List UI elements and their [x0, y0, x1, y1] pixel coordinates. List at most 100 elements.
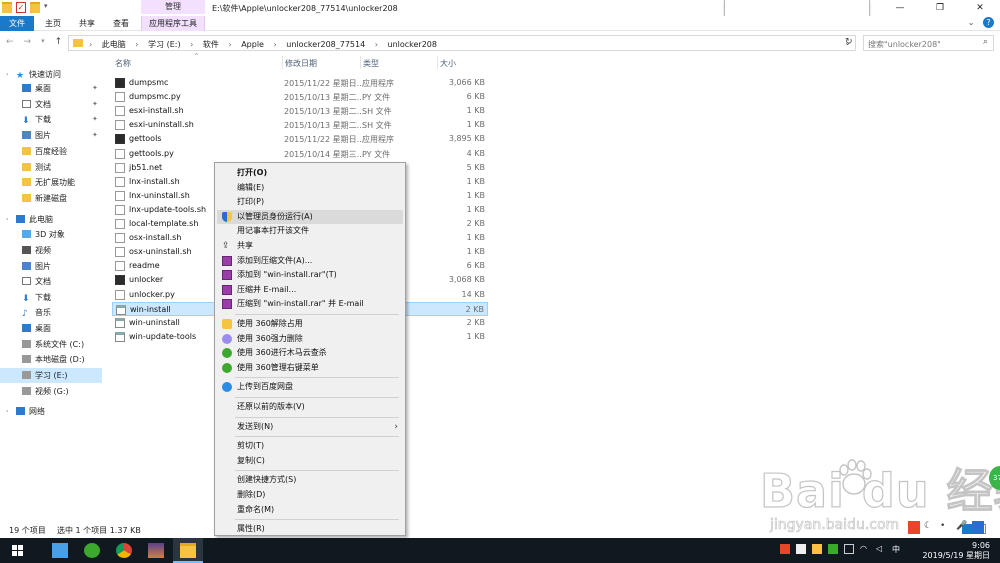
- nav-this-pc[interactable]: › 此电脑: [0, 212, 102, 227]
- pin-icon[interactable]: ✦: [92, 128, 98, 143]
- file-row[interactable]: esxi-install.sh 2015/10/13 星期二... SH 文件 1 K…: [112, 104, 488, 118]
- nav-pc-drive-c[interactable]: 系统文件 (C:): [0, 337, 102, 352]
- help-icon[interactable]: ?: [983, 17, 994, 28]
- nav-quick-access[interactable]: › ★ 快速访问: [0, 67, 102, 82]
- menu-item[interactable]: 重命名(M): [217, 503, 403, 517]
- nav-pc-drive-g[interactable]: 视频 (G:): [0, 384, 102, 399]
- menu-item[interactable]: 添加到压缩文件(A)...: [217, 254, 403, 268]
- address-bar[interactable]: › 此电脑 › 学习 (E:) › 软件 › Apple › unlocker2…: [68, 35, 856, 51]
- expand-ribbon-icon[interactable]: ⌄: [968, 18, 975, 27]
- recent-chevron-icon[interactable]: ▾: [41, 37, 45, 47]
- nav-pc-videos[interactable]: 视频: [0, 243, 102, 258]
- refresh-icon[interactable]: ↻: [845, 37, 853, 47]
- nav-pc-pictures[interactable]: 图片: [0, 259, 102, 274]
- file-row[interactable]: gettools 2015/11/22 星期日... 应用程序 3,895 KB: [112, 132, 488, 146]
- nav-pc-documents[interactable]: 文档: [0, 274, 102, 289]
- menu-item[interactable]: 复制(C): [217, 454, 403, 468]
- nav-item-pictures[interactable]: 图片 ✦: [0, 128, 102, 143]
- menu-item[interactable]: 使用 360进行木马云查杀: [217, 346, 403, 360]
- taskbar-app-explorer[interactable]: [173, 538, 203, 563]
- menu-item[interactable]: 还原以前的版本(V): [217, 400, 403, 414]
- file-row[interactable]: dumpsmc.py 2015/10/13 星期二... PY 文件 6 KB: [112, 90, 488, 104]
- menu-item[interactable]: 编辑(E): [217, 181, 403, 195]
- menu-item[interactable]: 添加到 "win-install.rar"(T): [217, 268, 403, 282]
- nav-item-no-extension[interactable]: 无扩展功能: [0, 175, 102, 190]
- menu-item[interactable]: 使用 360强力删除: [217, 332, 403, 346]
- dot-icon[interactable]: •: [940, 521, 952, 534]
- nav-pc-drive-d[interactable]: 本地磁盘 (D:): [0, 352, 102, 367]
- nav-pc-music[interactable]: ♪ 音乐: [0, 305, 102, 320]
- microphone-icon[interactable]: 🎤: [956, 521, 968, 534]
- pin-icon[interactable]: ✦: [92, 97, 98, 112]
- properties-icon[interactable]: ✓: [16, 2, 26, 13]
- file-row[interactable]: esxi-uninstall.sh 2015/10/13 星期二... SH 文件 1…: [112, 118, 488, 132]
- nav-item-downloads[interactable]: ⬇ 下载 ✦: [0, 112, 102, 127]
- moon-icon[interactable]: ☾: [924, 521, 936, 534]
- ime-sogou-icon[interactable]: [908, 521, 920, 534]
- close-button[interactable]: ✕: [960, 0, 1000, 16]
- tab-app-tools[interactable]: 应用程序工具: [141, 16, 205, 31]
- menu-item[interactable]: 创建快捷方式(S): [217, 473, 403, 487]
- taskbar-app-window[interactable]: [45, 538, 75, 563]
- column-divider[interactable]: [360, 56, 361, 69]
- tab-view[interactable]: 查看: [106, 16, 136, 31]
- tab-home[interactable]: 主页: [38, 16, 68, 31]
- menu-item[interactable]: 压缩并 E-mail...: [217, 283, 403, 297]
- sogou-icon[interactable]: [780, 544, 790, 554]
- folder-icon[interactable]: [2, 2, 12, 13]
- wifi-icon[interactable]: ◠: [860, 544, 870, 554]
- column-divider[interactable]: [282, 56, 283, 69]
- pin-icon[interactable]: ✦: [92, 112, 98, 127]
- column-header-date[interactable]: 修改日期: [285, 58, 317, 69]
- ime-label[interactable]: 中: [892, 544, 902, 554]
- column-header-size[interactable]: 大小: [440, 58, 456, 69]
- crumb-software[interactable]: 软件: [203, 40, 219, 49]
- menu-item[interactable]: 属性(R): [217, 522, 403, 536]
- menu-item[interactable]: 打印(P): [217, 195, 403, 209]
- volume-icon[interactable]: ◁: [876, 544, 886, 554]
- crumb-this-pc[interactable]: 此电脑: [102, 40, 126, 49]
- clock[interactable]: 9:06 2019/5/19 星期日: [922, 541, 990, 561]
- menu-item[interactable]: 以管理员身份运行(A): [217, 209, 403, 224]
- column-header-name[interactable]: 名称: [115, 58, 131, 69]
- crumb-unlocker-archive[interactable]: unlocker208_77514: [286, 40, 365, 49]
- nav-item-documents[interactable]: 文档 ✦: [0, 97, 102, 112]
- nav-pc-downloads[interactable]: ⬇ 下载: [0, 290, 102, 305]
- taskbar-app-chrome[interactable]: [109, 538, 139, 563]
- tray-nvidia-icon[interactable]: [828, 544, 838, 554]
- taskbar-app-360[interactable]: [77, 538, 107, 563]
- customize-chevron-icon[interactable]: ▾: [44, 2, 52, 13]
- menu-item[interactable]: 压缩到 "win-install.rar" 并 E-mail: [217, 297, 403, 311]
- nav-network[interactable]: › 网络: [0, 404, 102, 419]
- tab-file[interactable]: 文件: [0, 16, 34, 31]
- windows-start-icon[interactable]: [12, 545, 23, 556]
- crumb-unlocker208[interactable]: unlocker208: [388, 40, 437, 49]
- menu-item[interactable]: 删除(D): [217, 488, 403, 502]
- crumb-apple[interactable]: Apple: [241, 40, 264, 49]
- pin-icon[interactable]: ✦: [92, 81, 98, 96]
- menu-item[interactable]: 剪切(T): [217, 439, 403, 453]
- column-divider[interactable]: [437, 56, 438, 69]
- menu-item[interactable]: 使用 360管理右键菜单: [217, 361, 403, 375]
- nav-item-baidu-jingyan[interactable]: 百度经验: [0, 144, 102, 159]
- new-folder-icon[interactable]: [30, 2, 40, 13]
- back-arrow-icon[interactable]: ←: [6, 37, 14, 47]
- forward-arrow-icon[interactable]: →: [24, 37, 32, 47]
- menu-item[interactable]: 打开(O): [217, 166, 403, 180]
- nav-item-new-disk[interactable]: 新建磁盘: [0, 191, 102, 206]
- menu-item[interactable]: ⇪ 共享: [217, 239, 403, 253]
- file-row[interactable]: gettools.py 2015/10/14 星期三... PY 文件 4 KB: [112, 147, 488, 161]
- up-arrow-icon[interactable]: ↑: [55, 37, 63, 47]
- battery-icon[interactable]: [844, 544, 854, 554]
- menu-item[interactable]: 上传到百度网盘: [217, 380, 403, 394]
- crumb-drive-e[interactable]: 学习 (E:): [148, 40, 181, 49]
- nav-pc-desktop[interactable]: 桌面: [0, 321, 102, 336]
- expand-icon[interactable]: ›: [6, 212, 8, 227]
- tray-360-icon[interactable]: [812, 544, 822, 554]
- menu-item[interactable]: 使用 360解除占用: [217, 317, 403, 331]
- minimize-button[interactable]: —: [880, 0, 920, 16]
- column-header-type[interactable]: 类型: [363, 58, 379, 69]
- nav-pc-drive-e[interactable]: 学习 (E:): [0, 368, 102, 383]
- tab-share[interactable]: 共享: [72, 16, 102, 31]
- expand-icon[interactable]: ›: [6, 67, 8, 82]
